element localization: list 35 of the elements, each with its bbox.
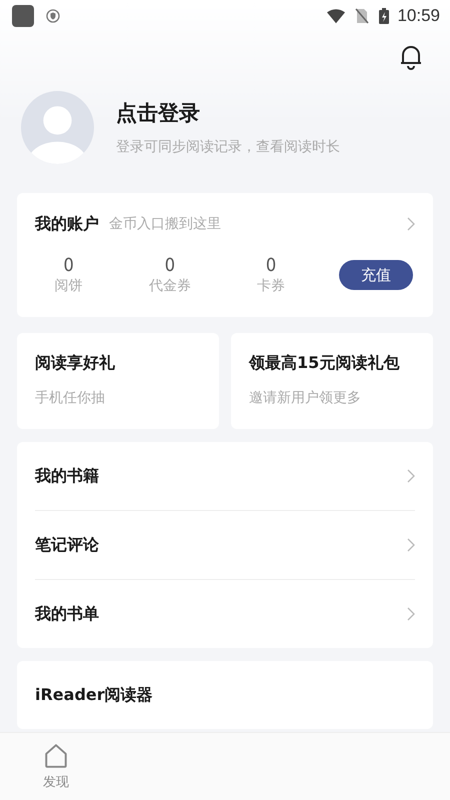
promo-title: 领最高15元阅读礼包 — [249, 353, 400, 374]
stat-label: 卡券 — [257, 277, 286, 295]
menu-item[interactable]: 我的书籍 — [35, 442, 415, 510]
stat-value: 0 — [266, 255, 276, 277]
promo-card[interactable]: 阅读享好礼 手机任你抽 — [17, 333, 219, 429]
stat-label: 阅饼 — [54, 277, 83, 295]
stat-value: 0 — [63, 255, 74, 277]
login-subtitle: 登录可同步阅读记录，查看阅读时长 — [116, 138, 340, 156]
chevron-right-icon — [407, 538, 415, 552]
account-card[interactable]: 我的账户 金币入口搬到这里 0 阅饼 0 代金券 0 卡券 充值 — [17, 193, 433, 317]
shield-icon — [46, 9, 60, 23]
no-sim-icon — [353, 8, 372, 24]
bell-icon[interactable] — [399, 44, 423, 70]
login-title[interactable]: 点击登录 — [116, 99, 340, 127]
chevron-right-icon — [407, 217, 415, 231]
promo-subtitle: 邀请新用户领更多 — [249, 389, 362, 407]
app-notification-icon — [12, 5, 34, 27]
recharge-button[interactable]: 充值 — [338, 260, 413, 290]
chevron-right-icon — [407, 607, 415, 621]
wifi-icon — [327, 8, 346, 24]
home-icon — [43, 742, 69, 768]
promo-subtitle: 手机任你抽 — [35, 389, 106, 407]
tab-label: 发现 — [43, 774, 69, 790]
stat-label: 代金券 — [148, 277, 191, 295]
promo-title: 阅读享好礼 — [35, 353, 116, 374]
battery-charging-icon — [379, 8, 390, 24]
menu-item[interactable]: iReader阅读器 — [35, 661, 415, 729]
menu-item[interactable]: 笔记评论 — [35, 510, 415, 579]
account-title: 我的账户 — [35, 214, 99, 234]
menu-item[interactable]: 我的书单 — [35, 579, 415, 648]
promo-card[interactable]: 领最高15元阅读礼包 邀请新用户领更多 — [231, 333, 433, 429]
stat-value: 0 — [164, 255, 175, 277]
chevron-right-icon — [407, 469, 415, 483]
status-time: 10:59 — [397, 6, 440, 26]
account-hint: 金币入口搬到这里 — [109, 215, 221, 233]
